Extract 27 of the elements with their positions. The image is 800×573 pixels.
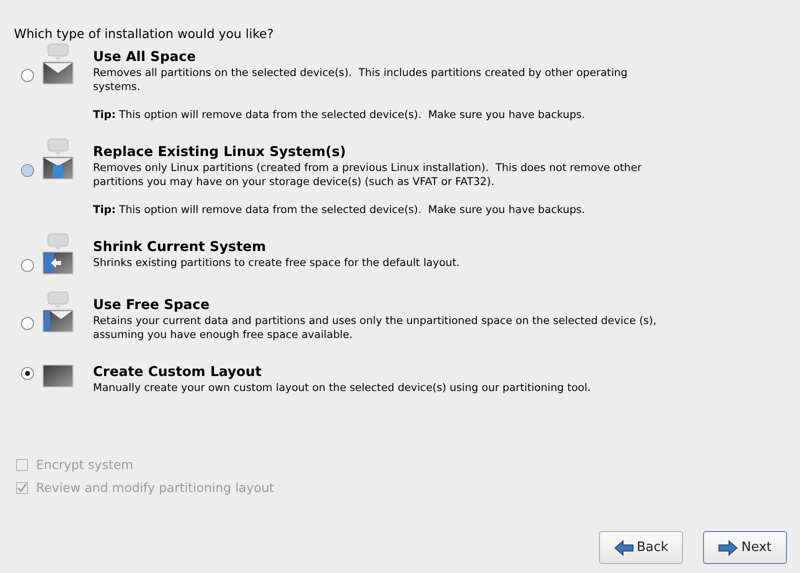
option-description: Shrinks existing partitions to create free space for the default layout. xyxy=(93,256,461,270)
forward-arrow-icon xyxy=(718,540,738,556)
next-button[interactable]: Next xyxy=(703,531,787,564)
disk-icon xyxy=(42,138,74,180)
option-title: Shrink Current System xyxy=(93,239,267,256)
option-title: Use All Space xyxy=(93,49,197,66)
option-tip: Tip: This option will remove data from the selected device(s). Make sure you have backups. xyxy=(93,108,586,122)
disk-icon xyxy=(42,291,74,333)
radio-button[interactable] xyxy=(21,317,34,330)
option-tip: Tip: This option will remove data from the selected device(s). Make sure you have backups. xyxy=(93,203,586,217)
option-title: Create Custom Layout xyxy=(93,364,263,381)
option-description: Manually create your own custom layout on the selected device(s) using our partitioning tool. xyxy=(93,381,592,395)
option-description: Retains your current data and partitions and uses only the unpartitioned space on the selected device (s), assuming you have enough free space available. xyxy=(93,314,658,342)
checkbox-label: Review and modify partitioning layout xyxy=(36,480,274,495)
back-button[interactable]: Back xyxy=(599,531,683,564)
option-title: Replace Existing Linux System(s) xyxy=(93,144,347,161)
radio-button[interactable] xyxy=(21,367,34,380)
option-description: Removes only Linux partitions (created from a previous Linux installation). This does not remove other partitions you may have on your storage device(s) (such as VFAT or FAT32). xyxy=(93,161,643,189)
disk-icon xyxy=(42,233,74,275)
disk-icon xyxy=(42,43,74,85)
radio-button[interactable] xyxy=(21,69,34,82)
checkbox-label: Encrypt system xyxy=(36,457,134,472)
question-heading: Which type of installation would you like? xyxy=(14,26,275,42)
option-description: Removes all partitions on the selected device(s). This includes partitions created by other operating systems. xyxy=(93,66,628,94)
option-title: Use Free Space xyxy=(93,297,211,314)
radio-button[interactable] xyxy=(21,259,34,272)
back-arrow-icon xyxy=(614,540,634,556)
